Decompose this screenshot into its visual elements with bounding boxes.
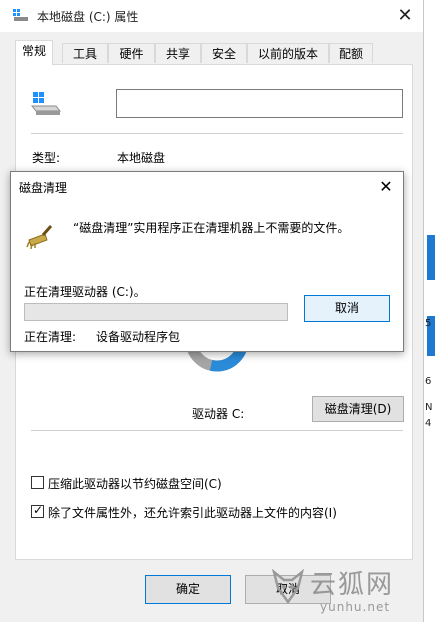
type-value: 本地磁盘 [117, 151, 166, 165]
compress-label: 压缩此驱动器以节约磁盘空间(C) [48, 477, 222, 491]
compress-checkbox[interactable] [31, 476, 44, 489]
tab-sharing[interactable]: 共享 [155, 43, 201, 63]
dialog-title-bar: 磁盘清理 ✕ [11, 172, 403, 202]
divider [31, 430, 403, 431]
dialog-title: 磁盘清理 [19, 181, 68, 195]
drive-icon [13, 9, 28, 21]
disk-cleanup-dialog: 磁盘清理 ✕ “磁盘清理”实用程序正在清理机器上不需要的文件。 正在清理驱动器 … [10, 171, 404, 352]
background-text: 6 [425, 376, 432, 387]
cleanup-message: “磁盘清理”实用程序正在清理机器上不需要的文件。 [73, 221, 350, 235]
index-label: 除了文件属性外，还允许索引此驱动器上文件的内容(I) [48, 506, 337, 520]
ok-button[interactable]: 确定 [145, 575, 231, 604]
index-checkbox[interactable]: ✓ [31, 503, 44, 518]
disk-cleanup-button[interactable]: 磁盘清理(D) [312, 396, 404, 422]
dialog-cancel-button[interactable]: 取消 [304, 295, 390, 322]
cleanup-progress-bar [24, 303, 288, 321]
title-bar: 本地磁盘 (C:) 属性 ✕ [0, 0, 423, 32]
background-text: 5 [425, 318, 432, 329]
divider [31, 133, 403, 134]
volume-name-input[interactable] [116, 89, 403, 118]
background-blue-bar [427, 235, 435, 280]
background-text: 4 [425, 418, 432, 429]
tab-quota[interactable]: 配额 [329, 43, 373, 63]
tab-security[interactable]: 安全 [201, 43, 247, 63]
status-label: 正在清理: [24, 330, 77, 344]
window-title: 本地磁盘 (C:) 属性 [37, 10, 139, 24]
close-icon[interactable]: ✕ [387, 0, 423, 32]
dialog-close-icon[interactable]: ✕ [369, 172, 403, 202]
cancel-button[interactable]: 取消 [245, 575, 331, 604]
drive-icon [30, 92, 62, 115]
tab-hardware[interactable]: 硬件 [108, 43, 155, 63]
drive-label: 驱动器 C: [192, 407, 245, 421]
checkmark-icon: ✓ [33, 503, 44, 517]
tab-tools[interactable]: 工具 [62, 43, 108, 63]
status-value: 设备驱动程序包 [96, 330, 181, 344]
dialog-body: “磁盘清理”实用程序正在清理机器上不需要的文件。 正在清理驱动器 (C:)。 取… [11, 202, 403, 351]
type-label: 类型: [32, 151, 61, 165]
cleaning-drive-text: 正在清理驱动器 (C:)。 [24, 285, 146, 299]
background-window-edge [424, 0, 435, 622]
broom-icon [26, 225, 53, 250]
tab-previous-versions[interactable]: 以前的版本 [247, 43, 329, 63]
background-text: N [425, 402, 433, 413]
tab-general[interactable]: 常规 [15, 40, 53, 65]
